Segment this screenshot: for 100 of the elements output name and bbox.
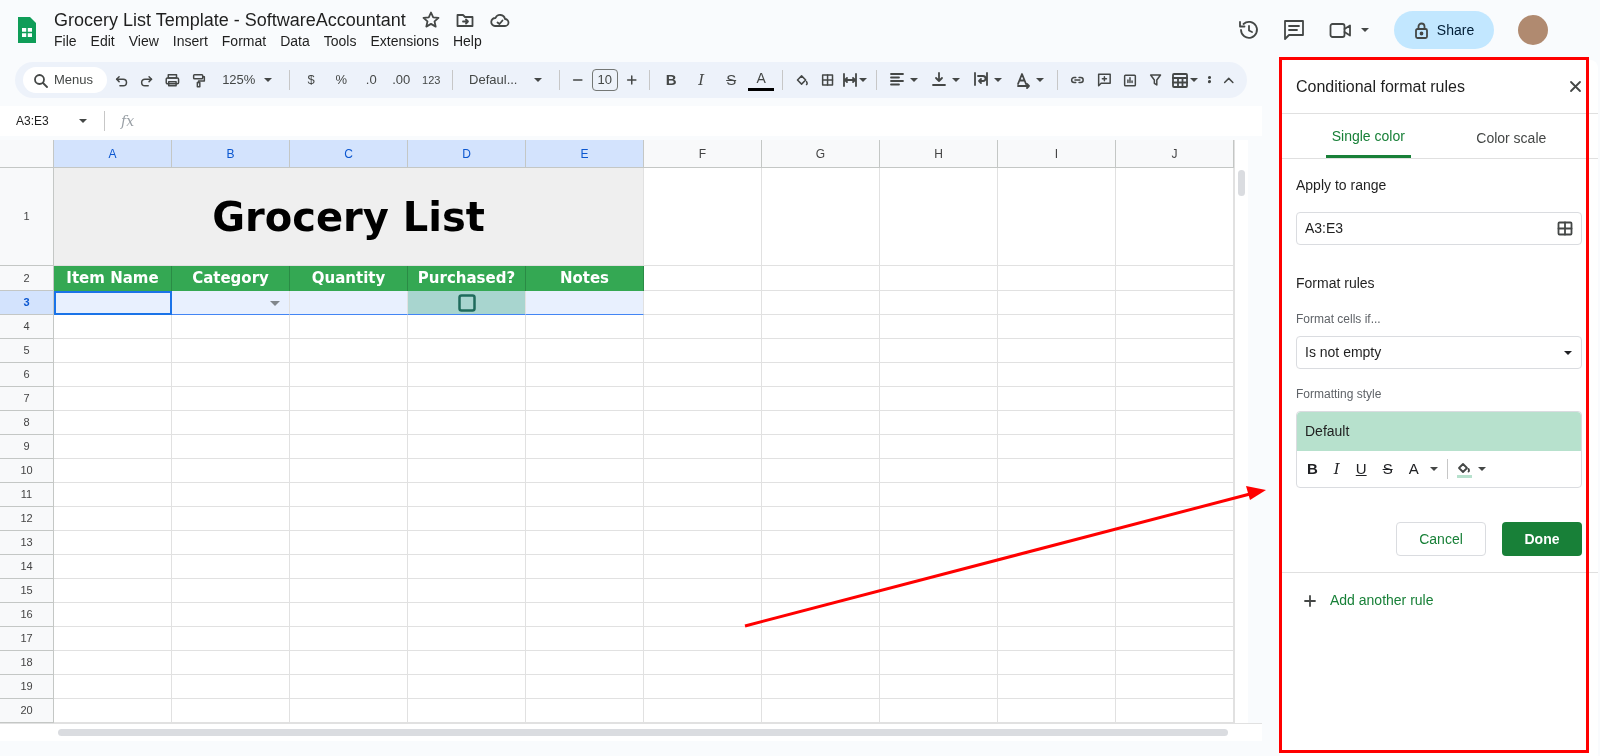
row-header[interactable]: 7 [0, 387, 54, 411]
column-header[interactable]: I [998, 140, 1116, 168]
sheets-logo-icon[interactable] [16, 16, 38, 44]
text-rotation-icon[interactable] [1014, 71, 1031, 89]
paint-roller-icon[interactable] [192, 71, 207, 89]
row-header[interactable]: 15 [0, 579, 54, 603]
menu-item[interactable]: Extensions [363, 30, 446, 52]
document-title[interactable]: Grocery List Template - SoftwareAccountant [54, 8, 406, 31]
percent-format-button[interactable]: % [328, 66, 355, 94]
menu-item[interactable]: Help [445, 30, 489, 52]
row-header[interactable]: 2 [0, 266, 54, 291]
row-header[interactable]: 13 [0, 531, 54, 555]
menu-item[interactable]: File [47, 30, 84, 52]
plus-icon[interactable] [1304, 594, 1316, 607]
zoom-dropdown[interactable]: 125% [222, 70, 256, 90]
chart-icon[interactable] [1123, 71, 1138, 89]
menu-item[interactable]: View [121, 30, 166, 52]
comment-icon[interactable] [1283, 19, 1305, 41]
table-icon[interactable] [1170, 71, 1189, 89]
avatar-placeholder[interactable] [1518, 15, 1548, 45]
row-header[interactable]: 6 [0, 363, 54, 387]
close-icon[interactable] [1569, 80, 1582, 93]
cancel-button[interactable]: Cancel [1396, 522, 1486, 556]
scrollbar-thumb[interactable] [58, 729, 1228, 736]
row-header[interactable]: 18 [0, 651, 54, 675]
menu-item[interactable]: Data [273, 30, 317, 52]
condition-dropdown[interactable]: Is not empty [1296, 336, 1582, 369]
plus-icon[interactable] [625, 73, 638, 87]
done-button[interactable]: Done [1502, 522, 1582, 556]
menu-item[interactable]: Edit [83, 30, 122, 52]
vertical-align-icon[interactable] [930, 71, 947, 89]
print-icon[interactable] [165, 71, 181, 89]
row-header[interactable]: 17 [0, 627, 54, 651]
number-format-button[interactable]: 123 [418, 66, 445, 94]
italic-button[interactable]: I [1327, 457, 1346, 481]
tab[interactable]: Color scale [1470, 118, 1553, 158]
row-header[interactable]: 9 [0, 435, 54, 459]
row-header[interactable]: 3 [0, 291, 54, 315]
dropdown-arrow-icon[interactable] [269, 300, 281, 307]
cloud-icon[interactable] [489, 11, 510, 28]
menu-item[interactable]: Tools [316, 30, 364, 52]
italic-button[interactable]: I [688, 66, 715, 94]
star-icon[interactable] [421, 11, 440, 28]
more-options-icon[interactable] [1206, 74, 1212, 86]
strikethrough-button[interactable]: S [1376, 457, 1399, 481]
text-color-button[interactable]: A [1402, 457, 1425, 481]
row-header[interactable]: 12 [0, 507, 54, 531]
table-cell[interactable] [172, 291, 290, 315]
row-header[interactable]: 19 [0, 675, 54, 699]
bold-button[interactable]: B [658, 66, 685, 94]
row-header[interactable]: 16 [0, 603, 54, 627]
collapse-icon[interactable] [1223, 75, 1235, 85]
column-header[interactable]: A [54, 140, 172, 168]
row-header[interactable]: 10 [0, 459, 54, 483]
column-header[interactable]: H [880, 140, 998, 168]
text-wrap-icon[interactable] [972, 71, 989, 89]
merge-cells-icon[interactable] [842, 72, 859, 88]
fill-color-icon[interactable] [1455, 460, 1473, 478]
underline-button[interactable]: U [1349, 457, 1373, 481]
column-header[interactable]: B [172, 140, 290, 168]
text-color-button[interactable]: A [748, 69, 775, 91]
column-header[interactable]: G [762, 140, 880, 168]
row-header[interactable]: 8 [0, 411, 54, 435]
bold-button[interactable]: B [1301, 457, 1324, 481]
search-menus-field[interactable]: Menus [23, 67, 108, 93]
tab[interactable]: Single color [1325, 118, 1411, 158]
column-header[interactable]: J [1116, 140, 1234, 168]
row-header[interactable]: 5 [0, 339, 54, 363]
currency-format-button[interactable]: $ [298, 66, 325, 94]
table-cell[interactable] [54, 291, 172, 315]
table-cell[interactable] [408, 291, 526, 315]
row-header[interactable]: 11 [0, 483, 54, 507]
share-button[interactable]: Share [1394, 11, 1494, 49]
column-header[interactable]: E [526, 140, 644, 168]
folder-icon[interactable] [455, 11, 474, 28]
row-header[interactable]: 1 [0, 168, 54, 266]
row-header[interactable]: 4 [0, 315, 54, 339]
paint-bucket-icon[interactable] [795, 72, 809, 88]
font-size-field[interactable]: 10 [591, 69, 618, 91]
decrease-decimal-button[interactable]: .0 [358, 66, 385, 94]
table-cell[interactable] [526, 291, 644, 315]
add-comment-icon[interactable] [1096, 71, 1112, 89]
column-header[interactable]: F [644, 140, 762, 168]
filter-icon[interactable] [1149, 72, 1163, 88]
scrollbar-thumb[interactable] [1238, 170, 1245, 196]
grid-select-icon[interactable] [1557, 221, 1573, 236]
strikethrough-button[interactable]: S [718, 66, 745, 94]
name-box[interactable]: A3:E3 [0, 111, 105, 131]
range-input-field[interactable]: A3:E3 [1296, 212, 1582, 245]
increase-decimal-button[interactable]: .00 [388, 66, 415, 94]
row-header[interactable]: 14 [0, 555, 54, 579]
menu-item[interactable]: Insert [165, 30, 215, 52]
column-header[interactable]: C [290, 140, 408, 168]
table-cell[interactable] [290, 291, 408, 315]
font-dropdown[interactable]: Defaul... [469, 70, 518, 90]
add-rule-link[interactable]: Add another rule [1324, 589, 1440, 612]
menu-item[interactable]: Format [214, 30, 274, 52]
history-icon[interactable] [1237, 19, 1259, 41]
checkbox-icon[interactable] [457, 293, 476, 312]
row-header[interactable]: 20 [0, 699, 54, 723]
